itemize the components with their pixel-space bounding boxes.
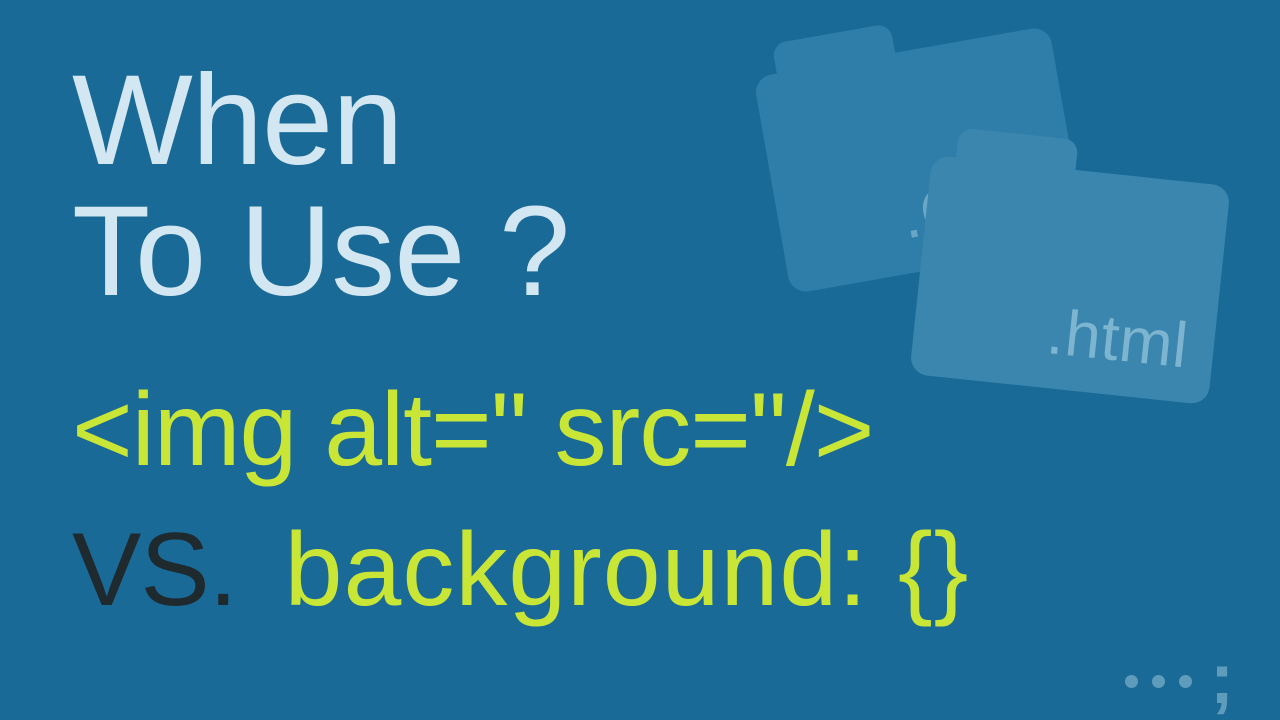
vs-label: VS. <box>72 500 237 640</box>
slide-title-line2: To Use ? <box>72 187 569 318</box>
css-folder-label: .CSS <box>896 154 1058 253</box>
comparison-block: <img alt=" src="/> VS. background: {} <box>72 360 969 641</box>
css-folder-icon: .CSS <box>753 26 1087 295</box>
ellipsis-dot-icon <box>1152 675 1165 688</box>
ellipsis-dot-icon <box>1179 675 1192 688</box>
folder-icons-decoration: .CSS .html <box>730 30 1250 390</box>
semicolon-icon: ; <box>1210 654 1234 704</box>
img-tag-code: <img alt=" src="/> <box>72 360 969 500</box>
slide-title: When To Use ? <box>72 56 569 317</box>
brand-watermark: ; <box>1125 648 1234 698</box>
ellipsis-dot-icon <box>1125 675 1138 688</box>
slide-title-line1: When <box>72 56 569 187</box>
css-background-code: background: {} <box>285 500 970 640</box>
html-folder-label: .html <box>1043 294 1191 382</box>
